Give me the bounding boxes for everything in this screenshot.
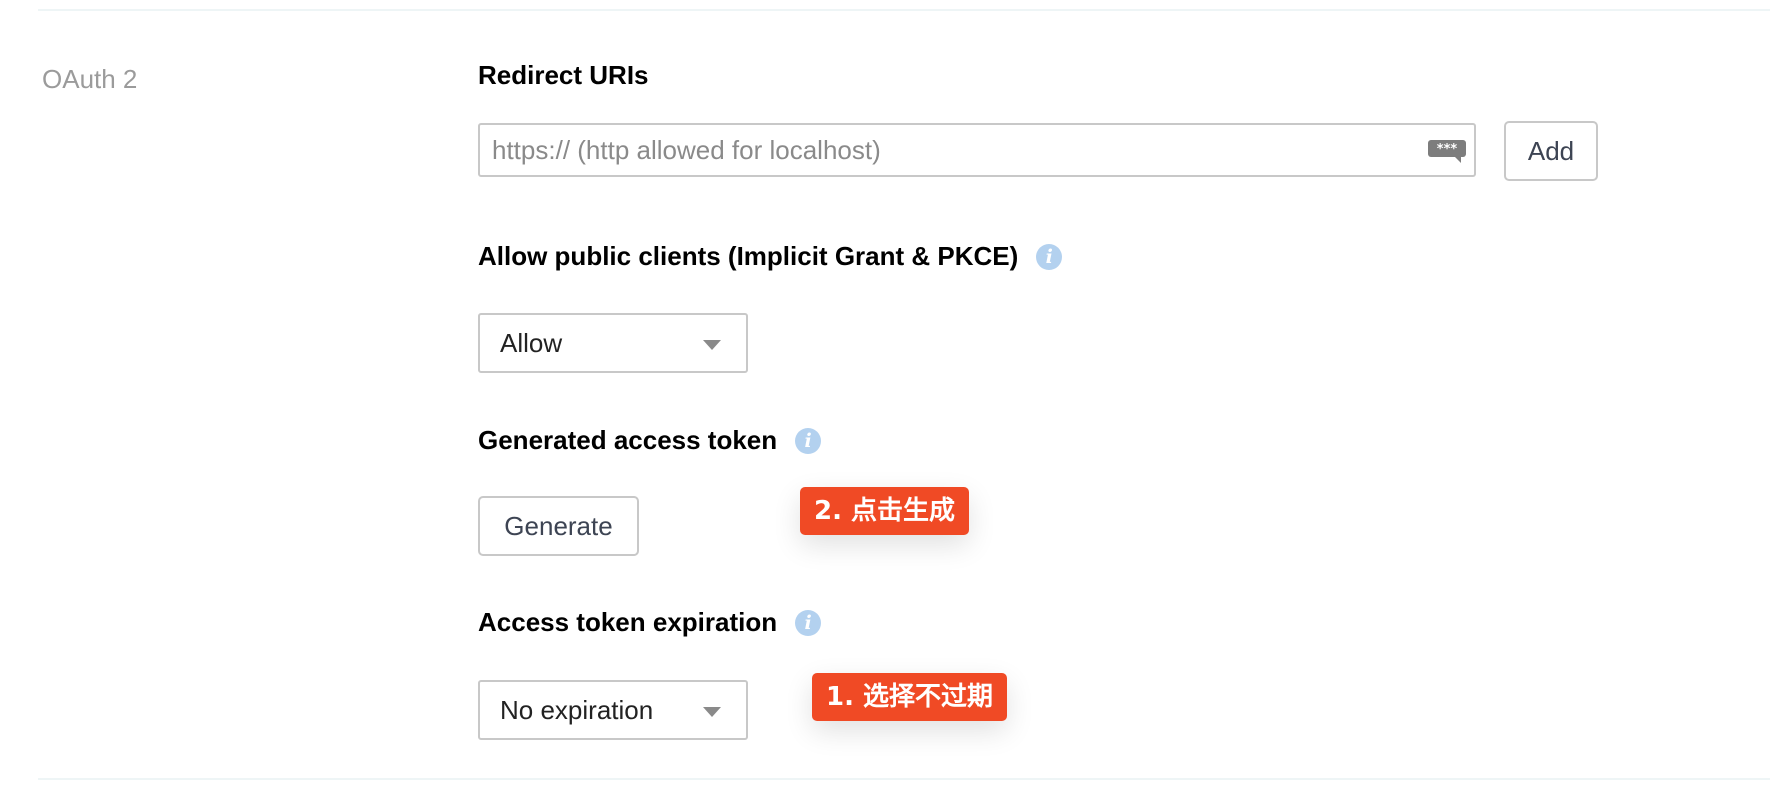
redirect-uri-input[interactable] xyxy=(480,125,1474,175)
expiration-title: Access token expiration xyxy=(478,607,778,637)
redirect-uris-title-row: Redirect URIs xyxy=(478,60,649,91)
info-icon[interactable]: i xyxy=(795,609,822,636)
info-icon[interactable]: i xyxy=(1036,243,1063,270)
public-clients-title: Allow public clients (Implicit Grant & P… xyxy=(478,241,1019,271)
section-label: OAuth 2 xyxy=(42,64,138,94)
annotation-generate-callout: 2. 点击生成 xyxy=(800,487,970,535)
svg-text:***: *** xyxy=(1437,142,1458,157)
redirect-uri-field: *** xyxy=(478,123,1476,177)
expiration-selected-value: No expiration xyxy=(500,694,654,725)
bottom-divider xyxy=(38,778,1770,780)
access-token-title-row: Generated access token i xyxy=(478,425,822,456)
top-divider xyxy=(38,9,1770,11)
expiration-title-row: Access token expiration i xyxy=(478,607,822,638)
add-uri-button[interactable]: Add xyxy=(1504,121,1598,181)
access-token-title: Generated access token xyxy=(478,425,778,455)
chevron-down-icon xyxy=(703,340,721,350)
public-clients-title-row: Allow public clients (Implicit Grant & P… xyxy=(478,241,1063,272)
public-clients-selected-value: Allow xyxy=(500,327,563,358)
annotation-expiration-callout: 1. 选择不过期 xyxy=(812,673,1008,721)
public-clients-select[interactable]: Allow xyxy=(478,313,748,373)
redirect-uris-title: Redirect URIs xyxy=(478,60,649,90)
chevron-down-icon xyxy=(703,707,721,717)
generate-token-button[interactable]: Generate xyxy=(478,496,639,556)
expiration-select[interactable]: No expiration xyxy=(478,680,748,740)
password-manager-icon[interactable]: *** xyxy=(1427,139,1467,163)
info-icon[interactable]: i xyxy=(795,427,822,454)
